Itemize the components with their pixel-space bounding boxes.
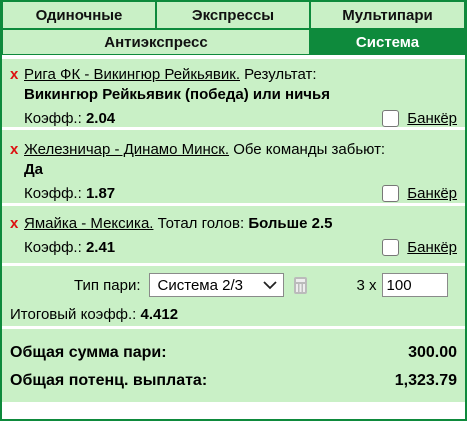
system-settings: Тип пари: Система 2/3 3 x Итоговый коэфф… [2, 266, 465, 329]
tab-label: Мультипари [342, 6, 433, 24]
total-coef-value: 4.412 [140, 306, 179, 323]
coef-label: Коэфф.: [24, 184, 82, 202]
bet-type-select[interactable]: Система 2/3 [148, 273, 284, 297]
bet-item: x Железничар - Динамо Минск. Обе команды … [2, 130, 465, 206]
tab-singles[interactable]: Одиночные [2, 0, 156, 29]
calculator-icon[interactable] [293, 276, 307, 294]
tab-antiexpress[interactable]: Антиэкспресс [2, 29, 310, 55]
potential-payout-row: Общая потенц. выплата: 1,323.79 [10, 367, 457, 395]
remove-icon[interactable]: x [10, 65, 24, 85]
coef-label: Коэфф.: [24, 109, 82, 127]
bet-item: x Ямайка - Мексика. Тотал голов: Больше 2… [2, 206, 465, 266]
banker-toggle[interactable]: Банкёр [382, 238, 457, 256]
total-stake-value: 300.00 [408, 344, 457, 361]
coef-row: Коэфф.: 2.04 Банкёр [10, 107, 457, 129]
tab-multipari[interactable]: Мультипари [310, 0, 465, 29]
tab-label: Система [355, 33, 420, 51]
total-stake-row: Общая сумма пари: 300.00 [10, 339, 457, 367]
bet-description: x Железничар - Динамо Минск. Обе команды … [10, 140, 457, 160]
remove-icon[interactable]: x [10, 214, 24, 234]
outcome-line: Да [10, 160, 457, 180]
event-link[interactable]: Железничар - Динамо Минск. [24, 141, 229, 158]
total-coef-label: Итоговый коэфф.: [10, 306, 137, 323]
checkbox-icon[interactable] [382, 109, 400, 127]
banker-label: Банкёр [407, 109, 457, 127]
coef-text: Коэфф.: 2.41 [10, 239, 115, 256]
coef-value: 2.41 [85, 238, 116, 256]
banker-label: Банкёр [407, 238, 457, 256]
bet-type-label: Тип пари: [74, 276, 141, 294]
market-label: Тотал голов: [157, 215, 245, 232]
tab-label: Экспрессы [191, 6, 275, 24]
potential-payout-value: 1,323.79 [394, 372, 457, 389]
coef-text: Коэфф.: 1.87 [10, 185, 115, 202]
banker-label: Банкёр [407, 184, 457, 202]
coef-row: Коэфф.: 2.41 Банкёр [10, 236, 457, 258]
market-label: Обе команды забьют: [233, 141, 386, 158]
bet-description: x Рига ФК - Викингюр Рейкьявик. Результат… [10, 65, 457, 85]
coef-text: Коэфф.: 2.04 [10, 110, 115, 127]
bet-type-value: Система 2/3 [157, 276, 243, 294]
tab-system[interactable]: Система [310, 29, 465, 55]
system-row: Тип пари: Система 2/3 3 x [10, 272, 457, 298]
bet-description: x Ямайка - Мексика. Тотал голов: Больше 2… [10, 214, 457, 234]
bet-slip-panel: Одиночные Экспрессы Мультипари Антиэкспр… [0, 0, 467, 421]
tab-label: Антиэкспресс [104, 33, 208, 51]
potential-payout-label: Общая потенц. выплата: [10, 372, 208, 389]
coef-value: 1.87 [85, 184, 116, 202]
banker-toggle[interactable]: Банкёр [382, 109, 457, 127]
summary: Общая сумма пари: 300.00 Общая потенц. в… [2, 329, 465, 402]
event-link[interactable]: Рига ФК - Викингюр Рейкьявик. [24, 66, 240, 83]
coef-value: 2.04 [85, 109, 116, 127]
total-coef-row: Итоговый коэфф.: 4.412 [10, 305, 457, 325]
stake-input[interactable] [381, 273, 448, 297]
tab-express[interactable]: Экспрессы [156, 0, 310, 29]
outcome-label: Викингюр Рейкьявик (победа) или ничья [24, 86, 330, 103]
banker-toggle[interactable]: Банкёр [382, 184, 457, 202]
chevron-down-icon [262, 280, 277, 289]
outcome-label: Больше 2.5 [248, 215, 333, 232]
outcome-line: Викингюр Рейкьявик (победа) или ничья [10, 85, 457, 105]
event-link[interactable]: Ямайка - Мексика. [24, 215, 153, 232]
remove-icon[interactable]: x [10, 140, 24, 160]
checkbox-icon[interactable] [382, 184, 400, 202]
total-stake-label: Общая сумма пари: [10, 344, 167, 361]
tab-label: Одиночные [35, 6, 123, 24]
bet-item: x Рига ФК - Викингюр Рейкьявик. Результат… [2, 59, 465, 130]
tabs-row-2: Антиэкспресс Система [2, 29, 465, 55]
coef-label: Коэфф.: [24, 238, 82, 256]
market-label: Результат: [244, 66, 317, 83]
checkbox-icon[interactable] [382, 238, 400, 256]
outcome-label: Да [24, 161, 44, 178]
coef-row: Коэфф.: 1.87 Банкёр [10, 182, 457, 204]
multiplier-label: 3 x [356, 276, 377, 294]
tabs-row-1: Одиночные Экспрессы Мультипари [2, 0, 465, 29]
